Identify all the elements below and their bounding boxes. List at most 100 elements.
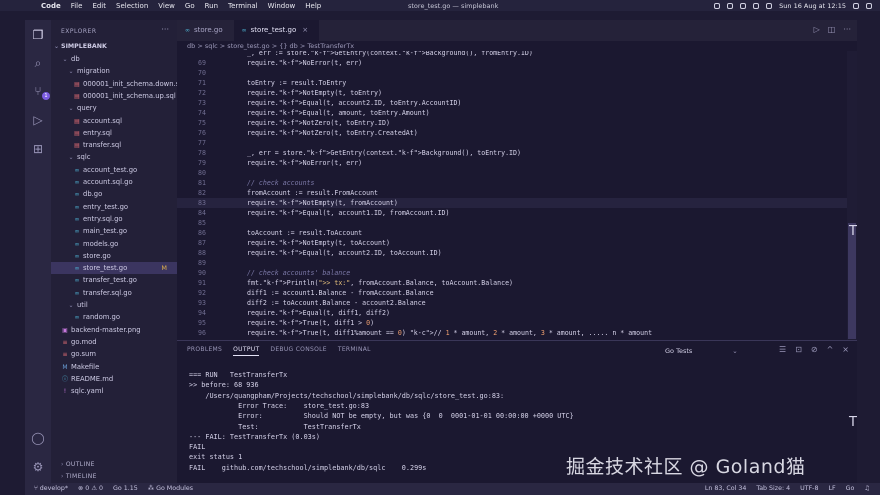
code-line[interactable]: 95 require."k-f">True(t, diff1 > 0) — [177, 318, 847, 328]
lock-icon[interactable]: ⊡ — [795, 345, 802, 354]
language-mode[interactable]: Go — [846, 483, 855, 495]
maximize-icon[interactable]: ^ — [827, 345, 834, 354]
status-icon[interactable] — [714, 2, 721, 9]
tree-file[interactable]: ∞ transfer_test.go — [51, 274, 177, 286]
menu-help[interactable]: Help — [305, 2, 321, 10]
code-line[interactable]: 84 require."k-f">Equal(t, account1.ID, fr… — [177, 208, 847, 218]
code-line[interactable]: 70 — [177, 68, 847, 78]
tab-problems[interactable]: PROBLEMS — [187, 346, 222, 356]
code-line[interactable]: 71 toEntry := result.ToEntry — [177, 78, 847, 88]
search-icon[interactable]: ⌕ — [31, 56, 45, 70]
tree-folder[interactable]: ⌄ query — [51, 102, 177, 114]
control-center-icon[interactable] — [866, 2, 872, 9]
menu-file[interactable]: File — [71, 2, 83, 10]
tree-file[interactable]: ▤ 000001_init_schema.down.sql — [51, 78, 185, 90]
output-channel-select[interactable]: Go Tests ⌄ — [665, 347, 738, 355]
tab-store-go[interactable]: ∞ store.go — [177, 20, 234, 41]
code-line[interactable]: 90 // check accounts' balance — [177, 268, 847, 278]
code-line[interactable]: 92 diff1 := account1.Balance - fromAccoun… — [177, 288, 847, 298]
tree-file[interactable]: ∞ store.go — [51, 250, 177, 262]
tree-file[interactable]: ≡ go.mod — [51, 336, 177, 348]
close-icon[interactable]: × — [842, 345, 849, 354]
run-debug-icon[interactable]: ▷ — [31, 113, 45, 127]
files-icon[interactable]: ❐ — [31, 28, 45, 42]
code-line[interactable]: 83 require."k-f">NotEmpty(t, fromAccount) — [177, 198, 847, 208]
end-of-line[interactable]: LF — [828, 483, 835, 495]
code-line[interactable]: 81 // check accounts — [177, 178, 847, 188]
outline-section[interactable]: › OUTLINE — [51, 459, 177, 471]
tree-file[interactable]: ∞ models.go — [51, 238, 177, 250]
code-line[interactable]: 75 require."k-f">NotZero(t, toEntry.ID) — [177, 118, 847, 128]
filter-icon[interactable]: ☰ — [779, 345, 786, 354]
tree-folder[interactable]: ⌄ util — [51, 299, 177, 311]
tree-file[interactable]: ! sqlc.yaml — [51, 385, 177, 397]
code-line[interactable]: 72 require."k-f">NotEmpty(t, toEntry) — [177, 88, 847, 98]
close-icon[interactable]: × — [302, 26, 308, 34]
code-line[interactable]: 76 require."k-f">NotZero(t, toEntry.Creat… — [177, 128, 847, 138]
gear-icon[interactable]: ⚙ — [31, 460, 45, 474]
tree-file[interactable]: ≡ go.sum — [51, 348, 177, 360]
cursor-position[interactable]: Ln 83, Col 34 — [705, 483, 747, 495]
code-line[interactable]: 91 fmt."k-f">Println(">> tx:", fromAccoun… — [177, 278, 847, 288]
minimap[interactable] — [847, 51, 857, 340]
git-branch[interactable]: ⑂ develop* — [34, 483, 68, 495]
tab-terminal[interactable]: TERMINAL — [338, 346, 371, 356]
tree-file[interactable]: ∞ transfer.sql.go — [51, 287, 177, 299]
encoding[interactable]: UTF-8 — [800, 483, 818, 495]
menu-terminal[interactable]: Terminal — [228, 2, 258, 10]
more-actions-icon[interactable]: ··· — [161, 25, 169, 34]
account-icon[interactable]: ◯ — [31, 431, 45, 445]
code-line[interactable]: 77 — [177, 138, 847, 148]
menu-run[interactable]: Run — [205, 2, 218, 10]
tab-size[interactable]: Tab Size: 4 — [756, 483, 790, 495]
code-line[interactable]: 89 — [177, 258, 847, 268]
search-icon[interactable] — [853, 2, 859, 9]
tree-file[interactable]: ∞ db.go — [51, 188, 177, 200]
code-line[interactable]: _, err := store."k-f">GetEntry(context."… — [177, 51, 847, 58]
tree-file[interactable]: ∞ entry.sql.go — [51, 213, 177, 225]
code-line[interactable]: 82 fromAccount := result.FromAccount — [177, 188, 847, 198]
battery-icon[interactable] — [766, 2, 773, 9]
tree-file[interactable]: ∞ main_test.go — [51, 225, 177, 237]
menu-go[interactable]: Go — [185, 2, 195, 10]
timeline-section[interactable]: › TIMELINE — [51, 471, 177, 483]
menu-edit[interactable]: Edit — [92, 2, 106, 10]
bell-icon[interactable]: ♫ — [864, 483, 870, 495]
go-version[interactable]: Go 1.15 — [113, 483, 138, 495]
tree-folder[interactable]: ⌄ db — [51, 53, 177, 65]
tree-file[interactable]: M Makefile — [51, 361, 177, 373]
clear-icon[interactable]: ⊘ — [811, 345, 818, 354]
menu-view[interactable]: View — [158, 2, 175, 10]
datetime[interactable]: Sun 16 Aug at 12:15 — [779, 2, 846, 10]
tree-file[interactable]: ▤ account.sql — [51, 115, 177, 127]
minimap-slider[interactable] — [848, 223, 856, 339]
code-line[interactable]: 85 — [177, 218, 847, 228]
code-line[interactable]: 79 require."k-f">NoError(t, err) — [177, 158, 847, 168]
status-icon[interactable] — [740, 2, 747, 9]
menu-selection[interactable]: Selection — [116, 2, 148, 10]
extensions-icon[interactable]: ⊞ — [31, 142, 45, 156]
code-line[interactable]: 93 diff2 := toAccount.Balance - account2.… — [177, 298, 847, 308]
run-icon[interactable]: ▷ — [814, 25, 820, 34]
go-modules[interactable]: ⁂ Go Modules — [148, 483, 193, 495]
code-line[interactable]: 69 require."k-f">NoError(t, err) — [177, 58, 847, 68]
tree-file[interactable]: ▤ 000001_init_schema.up.sql — [51, 90, 177, 102]
tree-folder[interactable]: ⌄ sqlc — [51, 151, 177, 163]
tree-file[interactable]: ▤ entry.sql — [51, 127, 177, 139]
tree-folder[interactable]: ⌄ migration — [51, 65, 177, 77]
code-line[interactable]: 94 require."k-f">Equal(t, diff1, diff2) — [177, 308, 847, 318]
tree-file[interactable]: ∞ entry_test.go — [51, 201, 177, 213]
code-editor[interactable]: _, err := store."k-f">GetEntry(context."… — [177, 51, 847, 340]
tree-file[interactable]: ∞ account.sql.go — [51, 176, 177, 188]
split-editor-icon[interactable]: ◫ — [828, 25, 836, 34]
tab-debug-console[interactable]: DEBUG CONSOLE — [270, 346, 326, 356]
code-line[interactable]: 96 require."k-f">True(t, diff1%amount == … — [177, 328, 847, 338]
wifi-icon[interactable] — [753, 2, 760, 9]
tree-file[interactable]: ▣ backend-master.png — [51, 324, 177, 336]
code-line[interactable]: 74 require."k-f">Equal(t, amount, toEntry… — [177, 108, 847, 118]
menu-app[interactable]: Code — [41, 2, 61, 10]
code-line[interactable]: 80 — [177, 168, 847, 178]
tree-file[interactable]: ∞ account_test.go — [51, 164, 177, 176]
status-icon[interactable] — [727, 2, 734, 9]
tree-file[interactable]: ▤ transfer.sql — [51, 139, 177, 151]
